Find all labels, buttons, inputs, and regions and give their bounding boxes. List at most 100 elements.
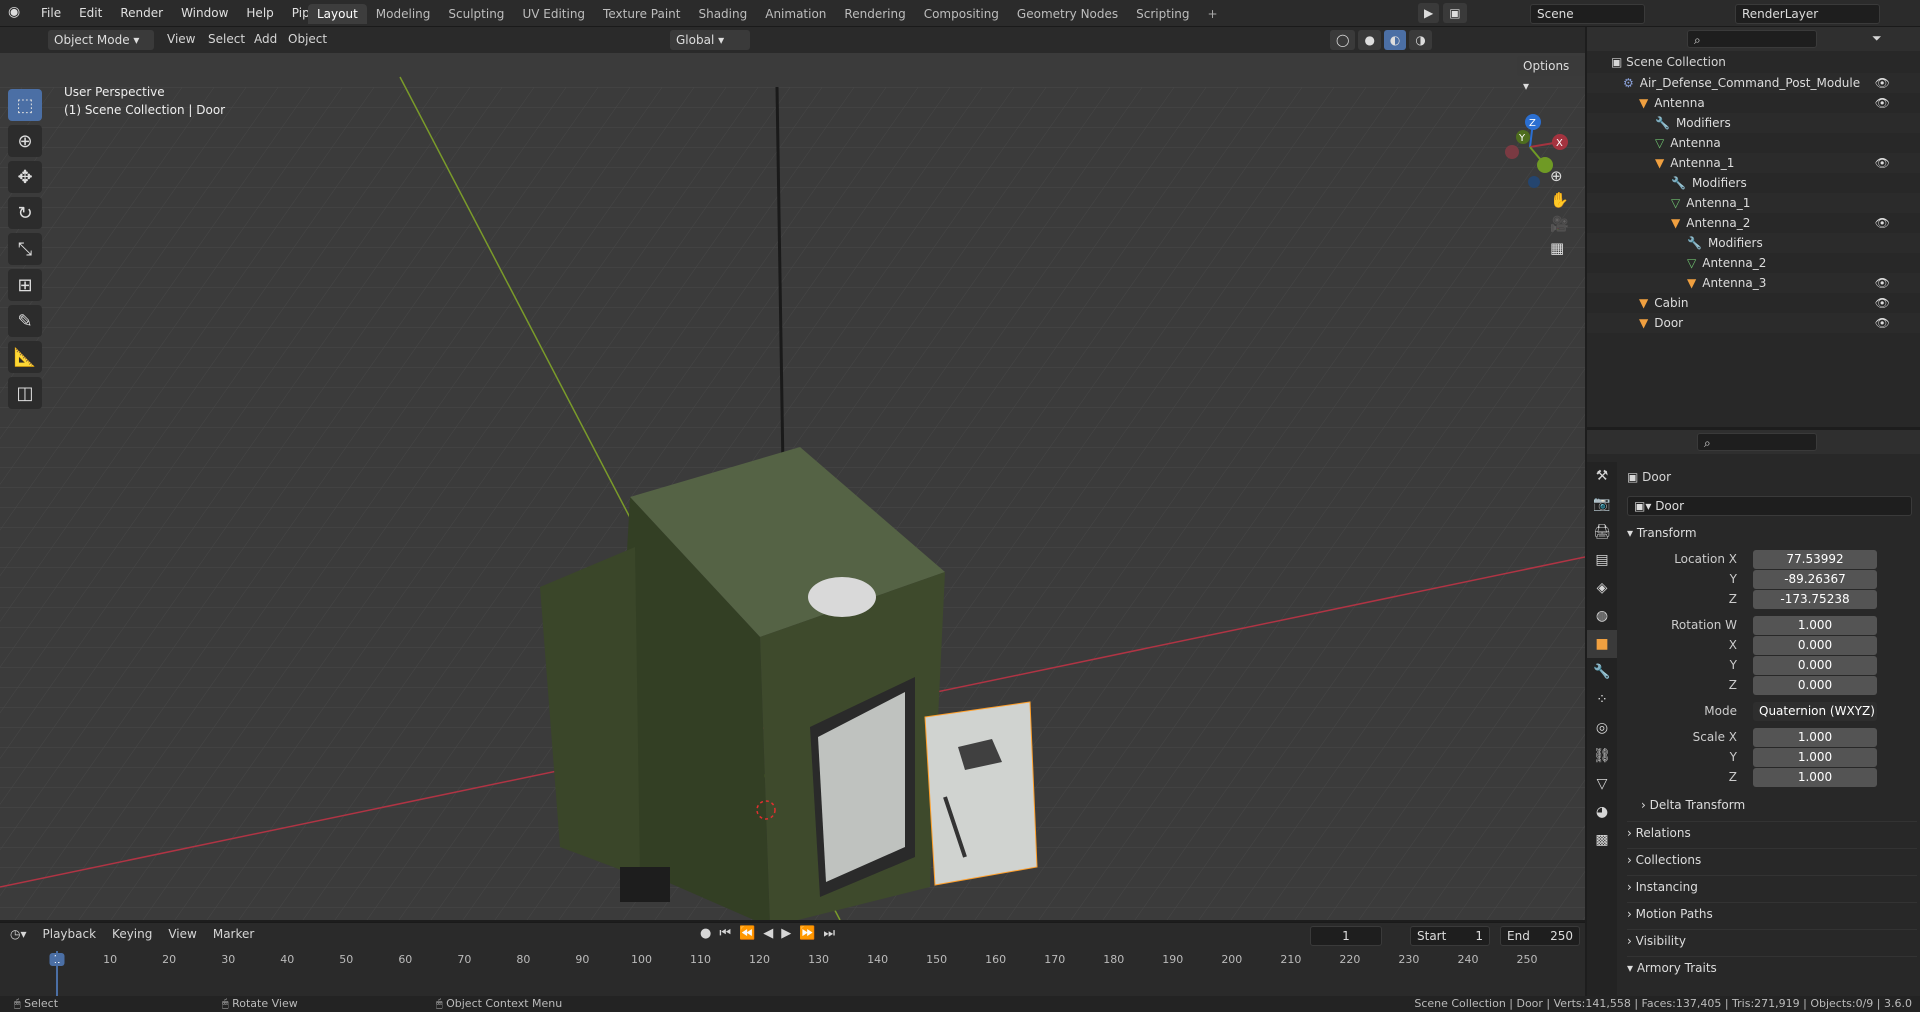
outliner-search-input[interactable]: ⌕ <box>1687 30 1817 48</box>
measure-icon[interactable]: 📐 <box>8 341 42 373</box>
particles-tab-icon[interactable]: ⁘ <box>1587 686 1617 714</box>
prev-key-icon[interactable]: ⏪ <box>739 926 755 941</box>
material-shading-icon[interactable]: ◐ <box>1383 30 1407 50</box>
transform-orientation[interactable]: Global ▾ <box>670 30 750 50</box>
wireframe-shading-icon[interactable]: ◯ <box>1330 30 1356 50</box>
outliner-row[interactable]: 🔧 Modifiers <box>1587 113 1920 133</box>
relations-section[interactable]: › Relations <box>1627 821 1917 843</box>
location-y-field[interactable]: -89.26367 <box>1753 570 1877 589</box>
collections-section[interactable]: › Collections <box>1627 848 1917 870</box>
menu-render[interactable]: Render <box>111 4 172 23</box>
properties-search-input[interactable]: ⌕ <box>1697 433 1817 451</box>
camera-icon[interactable]: 🎥 <box>1550 215 1569 233</box>
tab-layout[interactable]: Layout <box>308 4 367 24</box>
annotate-icon[interactable]: ✎ <box>8 305 42 337</box>
rotation-z-field[interactable]: 0.000 <box>1753 676 1877 695</box>
output-tab-icon[interactable]: 🖨 <box>1587 518 1617 546</box>
start-frame-field[interactable]: Start 1 <box>1410 926 1490 946</box>
scene-collection-row[interactable]: ▣ Scene Collection <box>1611 53 1726 71</box>
visibility-eye-icon[interactable]: 👁 <box>1875 153 1890 173</box>
view-menu[interactable]: View <box>167 32 195 46</box>
jump-start-icon[interactable]: ⏮ <box>719 926 731 941</box>
tab-rendering[interactable]: Rendering <box>835 4 914 24</box>
pan-hand-icon[interactable]: ✋ <box>1550 191 1569 209</box>
tool-tab-icon[interactable]: ⚒ <box>1587 462 1617 490</box>
render-play-icon[interactable]: ▶ <box>1418 3 1440 23</box>
add-workspace-icon[interactable]: + <box>1199 4 1227 24</box>
menu-file[interactable]: File <box>32 4 70 23</box>
record-icon[interactable]: ● <box>700 926 711 941</box>
visibility-eye-icon[interactable]: 👁 <box>1875 293 1890 313</box>
scale-z-field[interactable]: 1.000 <box>1753 768 1877 787</box>
material-tab-icon[interactable]: ◕ <box>1587 798 1617 826</box>
visibility-eye-icon[interactable]: 👁 <box>1875 273 1890 293</box>
current-frame-field[interactable]: 1 <box>1310 926 1382 946</box>
visibility-eye-icon[interactable]: 👁 <box>1875 313 1890 333</box>
visibility-section[interactable]: › Visibility <box>1627 929 1917 951</box>
texture-tab-icon[interactable]: ▩ <box>1587 826 1617 854</box>
instancing-section[interactable]: › Instancing <box>1627 875 1917 897</box>
location-x-field[interactable]: 77.53992 <box>1753 550 1877 569</box>
dome-antenna[interactable] <box>808 577 876 617</box>
render-tab-icon[interactable]: 📷 <box>1587 490 1617 518</box>
transform-icon[interactable]: ⊞ <box>8 269 42 301</box>
render-image-icon[interactable]: ▣ <box>1443 3 1467 23</box>
rendered-shading-icon[interactable]: ◑ <box>1409 30 1432 50</box>
outliner-row[interactable]: ▼ Antenna 👁 <box>1587 93 1920 113</box>
menu-help[interactable]: Help <box>237 4 282 23</box>
play-icon[interactable]: ▶ <box>781 926 791 941</box>
outliner-row[interactable]: ▽ Antenna_2 <box>1587 253 1920 273</box>
delta-transform-section[interactable]: › Delta Transform <box>1627 794 1917 816</box>
playback-menu[interactable]: Playback <box>43 927 97 941</box>
move-icon[interactable]: ✥ <box>8 161 42 193</box>
visibility-eye-icon[interactable]: 👁 <box>1875 93 1890 113</box>
tab-geometry-nodes[interactable]: Geometry Nodes <box>1008 4 1127 24</box>
timeline-editor-icon[interactable]: ◷▾ <box>10 927 27 941</box>
visibility-eye-icon[interactable]: 👁 <box>1875 213 1890 233</box>
scale-x-field[interactable]: 1.000 <box>1753 728 1877 747</box>
scene-selector[interactable]: Scene <box>1530 4 1645 24</box>
tab-sculpting[interactable]: Sculpting <box>439 4 513 24</box>
object-tab-icon[interactable]: ■ <box>1587 630 1617 658</box>
rotation-x-field[interactable]: 0.000 <box>1753 636 1877 655</box>
outliner-row[interactable]: ▼ Antenna_1 👁 <box>1587 153 1920 173</box>
outliner-row[interactable]: ▼ Door 👁 <box>1587 313 1920 333</box>
menu-window[interactable]: Window <box>172 4 237 23</box>
render-layer-selector[interactable]: RenderLayer <box>1735 4 1880 24</box>
object-menu[interactable]: Object <box>288 32 327 46</box>
frame-ruler[interactable]: 1102030405060708090100110120130140150160… <box>0 951 1585 971</box>
rotate-icon[interactable]: ↻ <box>8 197 42 229</box>
object-name-field[interactable]: ▣▾ Door <box>1627 496 1912 516</box>
physics-tab-icon[interactable]: ◎ <box>1587 714 1617 742</box>
motion-paths-section[interactable]: › Motion Paths <box>1627 902 1917 924</box>
tab-shading[interactable]: Shading <box>689 4 756 24</box>
marker-menu[interactable]: Marker <box>213 927 254 941</box>
outliner-row[interactable]: ▼ Cabin 👁 <box>1587 293 1920 313</box>
scene-tab-icon[interactable]: ◈ <box>1587 574 1617 602</box>
playhead[interactable] <box>56 951 58 997</box>
tab-texture-paint[interactable]: Texture Paint <box>594 4 689 24</box>
modifier-tab-icon[interactable]: 🔧 <box>1587 658 1617 686</box>
select-menu[interactable]: Select <box>208 32 245 46</box>
3d-viewport[interactable]: Object Mode ▾ View Select Add Object Glo… <box>0 27 1585 920</box>
outliner-row[interactable]: 🔧 Modifiers <box>1587 173 1920 193</box>
visibility-eye-icon[interactable]: 👁 <box>1875 73 1890 93</box>
add-menu[interactable]: Add <box>254 32 277 46</box>
menu-edit[interactable]: Edit <box>70 4 111 23</box>
tab-compositing[interactable]: Compositing <box>915 4 1008 24</box>
outliner-row[interactable]: ▽ Antenna_1 <box>1587 193 1920 213</box>
outliner-row[interactable]: ⚙ Air_Defense_Command_Post_Module 👁 <box>1587 73 1920 93</box>
filter-icon[interactable]: ⏷ <box>1872 31 1882 46</box>
outliner-row[interactable]: ▽ Antenna <box>1587 133 1920 153</box>
tab-modeling[interactable]: Modeling <box>367 4 440 24</box>
play-reverse-icon[interactable]: ◀ <box>763 926 773 941</box>
end-frame-field[interactable]: End 250 <box>1500 926 1580 946</box>
keying-menu[interactable]: Keying <box>112 927 152 941</box>
ortho-grid-icon[interactable]: ▦ <box>1550 239 1569 257</box>
jump-end-icon[interactable]: ⏭ <box>823 926 835 941</box>
scale-y-field[interactable]: 1.000 <box>1753 748 1877 767</box>
add-cube-icon[interactable]: ◫ <box>8 377 42 409</box>
select-box-icon[interactable]: ⬚ <box>8 89 42 121</box>
outliner-row[interactable]: ▼ Antenna_3 👁 <box>1587 273 1920 293</box>
solid-shading-icon[interactable]: ● <box>1358 30 1381 50</box>
